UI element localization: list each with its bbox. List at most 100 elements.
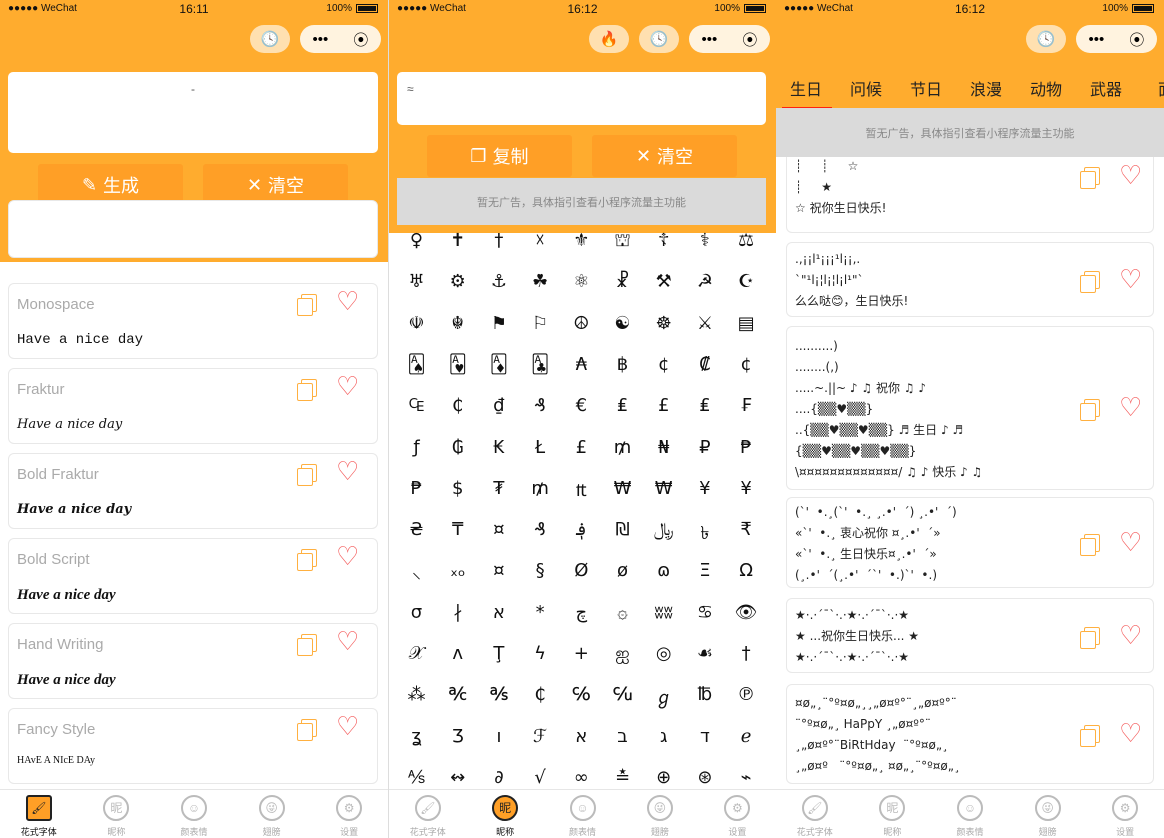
- symbol-item[interactable]: ▤: [726, 313, 767, 334]
- clear-button[interactable]: ✕ 清空: [592, 135, 737, 177]
- symbol-item[interactable]: چ: [561, 602, 602, 623]
- hot-button[interactable]: 🔥: [589, 25, 629, 53]
- symbol-item[interactable]: ⚕: [684, 230, 725, 251]
- symbol-item[interactable]: ¤: [478, 560, 519, 581]
- symbol-item[interactable]: ₩: [602, 478, 643, 499]
- symbol-item[interactable]: ₥: [602, 437, 643, 458]
- copy-icon[interactable]: [297, 549, 317, 571]
- symbol-item[interactable]: ஐ: [602, 643, 643, 666]
- symbol-item[interactable]: ♋: [684, 602, 725, 623]
- symbol-item[interactable]: ϟ: [520, 643, 561, 664]
- tabbar-item-4[interactable]: 😜 翅膀: [621, 790, 698, 838]
- symbol-item[interactable]: ℗: [726, 684, 767, 705]
- symbol-item[interactable]: ⚔: [684, 313, 725, 334]
- tab-5[interactable]: 动物: [1016, 60, 1076, 108]
- close-miniprogram-icon[interactable]: ⦿: [742, 29, 757, 50]
- symbol-item[interactable]: ₵: [520, 684, 561, 705]
- symbol-item[interactable]: ₴: [396, 519, 437, 540]
- symbol-item[interactable]: ₹: [726, 519, 767, 540]
- symbol-item[interactable]: †: [726, 643, 767, 664]
- more-icon[interactable]: •••: [702, 31, 718, 48]
- symbol-item[interactable]: ⚒: [643, 271, 684, 292]
- symbol-item[interactable]: ☮: [561, 313, 602, 334]
- kaomoji-card[interactable]: ★·.·´¯`·.·★·.·´¯`·.·★ ★ ...祝你生日快乐... ★ ★·.…: [786, 598, 1154, 673]
- text-input[interactable]: -: [8, 72, 378, 153]
- symbol-item[interactable]: ɷ: [643, 560, 684, 581]
- symbol-item[interactable]: ฿: [602, 354, 643, 375]
- symbol-item[interactable]: ৳: [684, 519, 725, 550]
- symbol-item[interactable]: §: [520, 560, 561, 581]
- symbol-item[interactable]: ☦: [643, 230, 684, 251]
- symbol-item[interactable]: ☭: [684, 271, 725, 292]
- symbol-item[interactable]: ⚛: [561, 271, 602, 292]
- symbol-item[interactable]: ☧: [602, 271, 643, 292]
- symbol-item[interactable]: א: [478, 602, 519, 623]
- tabbar-item-1[interactable]: 🖌 花式字体: [0, 790, 78, 838]
- symbol-item[interactable]: √: [520, 767, 561, 788]
- more-icon[interactable]: •••: [313, 31, 329, 48]
- symbol-item[interactable]: ☘: [520, 271, 561, 292]
- kaomoji-card[interactable]: ..........) ........(,) .....~.||~ ♪ ♫ 祝你 …: [786, 326, 1154, 490]
- symbol-item[interactable]: ו: [478, 726, 519, 747]
- symbol-item[interactable]: ¤: [478, 519, 519, 540]
- tab-4[interactable]: 浪漫: [956, 60, 1016, 108]
- symbol-item[interactable]: ؋: [561, 519, 602, 540]
- symbol-item[interactable]: ₠: [396, 395, 437, 416]
- symbol-item[interactable]: ⊛: [684, 767, 725, 788]
- symbol-item[interactable]: ƒ: [396, 437, 437, 458]
- tabbar-item-2[interactable]: 昵昵称: [78, 790, 156, 838]
- text-input[interactable]: ≈: [397, 72, 766, 125]
- heart-icon[interactable]: ♡: [336, 458, 359, 484]
- symbol-item[interactable]: ↭: [437, 767, 478, 788]
- symbol-item[interactable]: ☓: [520, 230, 561, 251]
- copy-icon[interactable]: [1080, 399, 1100, 421]
- font-style-card[interactable]: Bold Script Have a nice day ♡: [8, 538, 378, 614]
- symbol-item[interactable]: Ʒ: [437, 726, 478, 747]
- symbol-item[interactable]: ℆: [602, 684, 643, 705]
- copy-icon[interactable]: [297, 719, 317, 741]
- symbol-item[interactable]: ⚐: [520, 313, 561, 334]
- font-style-card[interactable]: Bold Fraktur Have a nice day ♡: [8, 453, 378, 529]
- heart-icon[interactable]: ♡: [1119, 394, 1142, 420]
- symbol-item[interactable]: ∞: [561, 767, 602, 788]
- symbol-item[interactable]: ¥: [684, 478, 725, 499]
- symbol-item[interactable]: €: [561, 395, 602, 416]
- symbol-item[interactable]: ₳: [561, 354, 602, 375]
- tabbar-item-5[interactable]: ⚙ 设置: [699, 790, 776, 838]
- symbol-item[interactable]: 👁: [726, 602, 767, 623]
- heart-icon[interactable]: ♡: [1119, 529, 1142, 555]
- symbol-item[interactable]: ⚜: [561, 230, 602, 251]
- kaomoji-card[interactable]: ¤ø„¸¨°º¤ø„¸¸„ø¤º°¨¸„ø¤º°¨ ¨°º¤ø„¸ HaPpY ¸…: [786, 684, 1154, 784]
- symbol-item[interactable]: ∂: [478, 767, 519, 788]
- symbol-item[interactable]: ∤: [437, 602, 478, 623]
- font-style-card[interactable]: Fraktur Have a nice day ♡: [8, 368, 378, 444]
- symbol-item[interactable]: ℀: [437, 684, 478, 705]
- symbol-item[interactable]: +: [561, 643, 602, 664]
- heart-icon[interactable]: ♡: [1119, 266, 1142, 292]
- copy-icon[interactable]: [1080, 166, 1100, 189]
- heart-icon[interactable]: ♡: [336, 713, 359, 739]
- symbol-item[interactable]: ₩: [643, 478, 684, 499]
- symbol-item[interactable]: ג: [643, 726, 684, 747]
- symbol-item[interactable]: ⊕: [643, 767, 684, 788]
- symbol-item[interactable]: ₸: [437, 519, 478, 540]
- symbol-item[interactable]: Ξ: [684, 560, 725, 581]
- more-icon[interactable]: •••: [1089, 31, 1105, 48]
- symbol-item[interactable]: ₤: [684, 395, 725, 416]
- symbol-item[interactable]: ℔: [684, 684, 725, 705]
- symbol-item[interactable]: ¥: [726, 478, 767, 499]
- symbol-item[interactable]: ℊ: [643, 684, 684, 710]
- symbol-item[interactable]: ﷼: [643, 519, 684, 540]
- symbol-item[interactable]: ₵: [437, 395, 478, 416]
- copy-button[interactable]: ❐ 复制: [427, 135, 572, 177]
- symbol-item[interactable]: ¢: [726, 354, 767, 375]
- symbol-item[interactable]: ʬʬ: [643, 602, 684, 623]
- symbol-item[interactable]: ₣: [726, 395, 767, 416]
- tabbar-item-5[interactable]: ⚙ 设置: [1086, 790, 1164, 838]
- copy-icon[interactable]: [1080, 270, 1100, 293]
- tab-2[interactable]: 问候: [836, 60, 896, 108]
- tabbar-item-5[interactable]: ⚙ 设置: [310, 790, 388, 838]
- copy-icon[interactable]: [297, 379, 317, 401]
- heart-icon[interactable]: ♡: [1119, 162, 1142, 188]
- symbol-item[interactable]: ⚓: [478, 271, 519, 292]
